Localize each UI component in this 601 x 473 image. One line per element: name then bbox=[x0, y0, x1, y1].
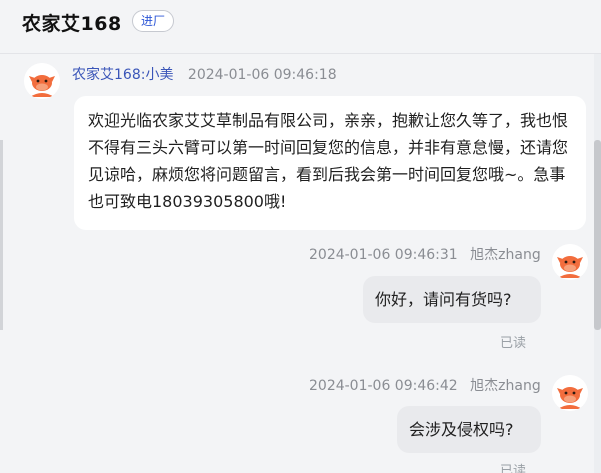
sender-name[interactable]: 旭杰zhang bbox=[470, 378, 541, 394]
enter-shop-button[interactable]: 进厂 bbox=[132, 10, 175, 32]
message-time: 2024-01-06 09:46:42 bbox=[309, 378, 458, 394]
cow-mascot-icon bbox=[552, 244, 588, 280]
message-bubble: 会涉及侵权吗? bbox=[397, 406, 541, 453]
read-status: 已读 bbox=[500, 464, 527, 473]
message-time: 2024-01-06 09:46:18 bbox=[187, 67, 337, 83]
read-status: 已读 bbox=[500, 336, 527, 351]
avatar[interactable] bbox=[552, 375, 588, 411]
sender-name[interactable]: 农家艾168:小美 bbox=[72, 67, 173, 83]
cow-mascot-icon bbox=[24, 63, 60, 99]
panel-edge bbox=[0, 140, 3, 330]
sender-name[interactable]: 旭杰zhang bbox=[470, 247, 541, 263]
scrollbar-thumb[interactable] bbox=[594, 140, 601, 330]
message-meta: 2024-01-06 09:46:42 旭杰zhang bbox=[309, 375, 541, 395]
cow-mascot-icon bbox=[552, 375, 588, 411]
message-bubble: 你好，请问有货吗? bbox=[363, 276, 541, 323]
shop-name: 农家艾168 bbox=[22, 13, 122, 35]
message-time: 2024-01-06 09:46:31 bbox=[309, 247, 458, 263]
message-meta: 2024-01-06 09:46:31 旭杰zhang bbox=[309, 244, 541, 264]
message-meta: 农家艾168:小美 2024-01-06 09:46:18 bbox=[72, 64, 337, 84]
avatar[interactable] bbox=[24, 63, 60, 99]
message-bubble: 欢迎光临农家艾艾草制品有限公司，亲亲，抱歉让您久等了，我也恨不得有三头六臂可以第… bbox=[74, 96, 586, 230]
chat-header: 农家艾168 进厂 bbox=[0, 0, 601, 54]
avatar[interactable] bbox=[552, 244, 588, 280]
